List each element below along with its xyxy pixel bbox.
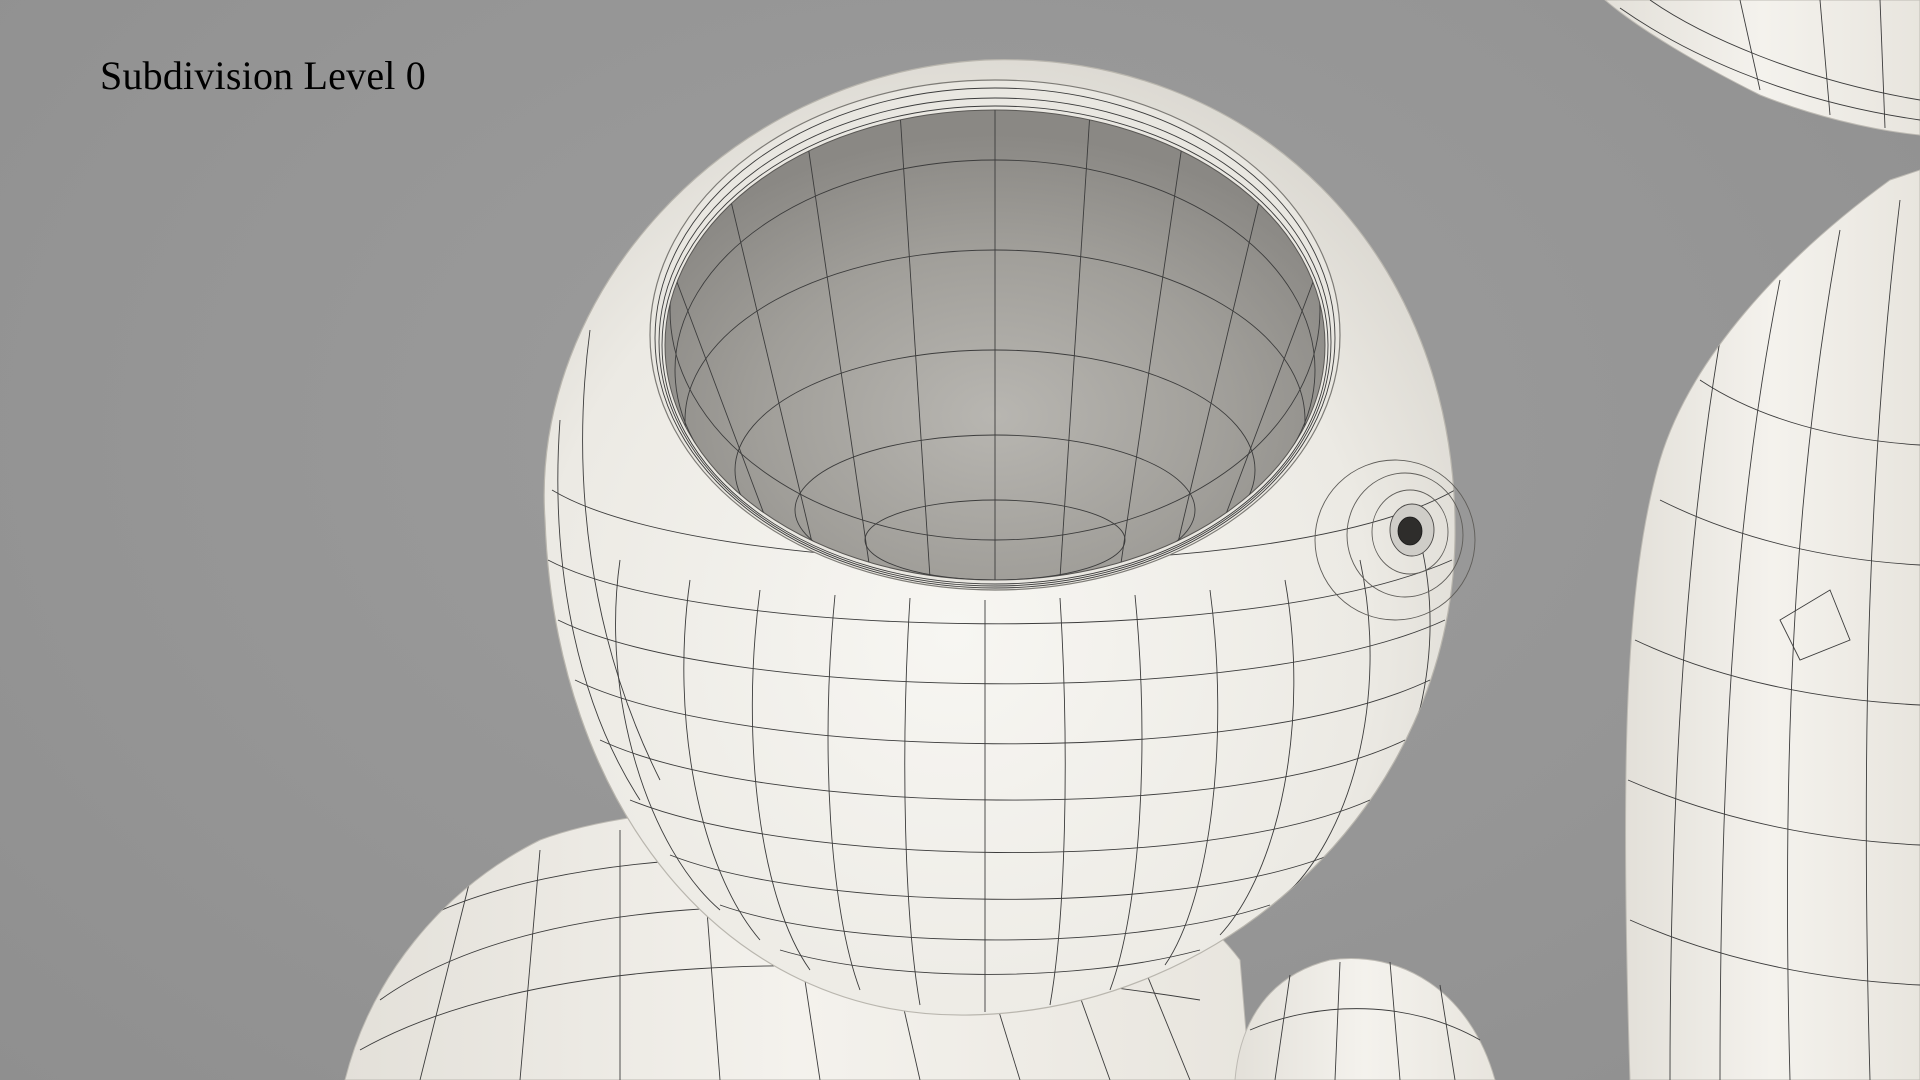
bottom-center-object xyxy=(1234,958,1496,1080)
top-right-lid xyxy=(1604,0,1920,136)
render-viewport: Subdivision Level 0 xyxy=(0,0,1920,1080)
wireframe-render xyxy=(344,0,1920,1080)
pot-body xyxy=(543,59,1476,1016)
right-side-object xyxy=(1624,169,1920,1080)
subdivision-level-label: Subdivision Level 0 xyxy=(100,53,427,98)
